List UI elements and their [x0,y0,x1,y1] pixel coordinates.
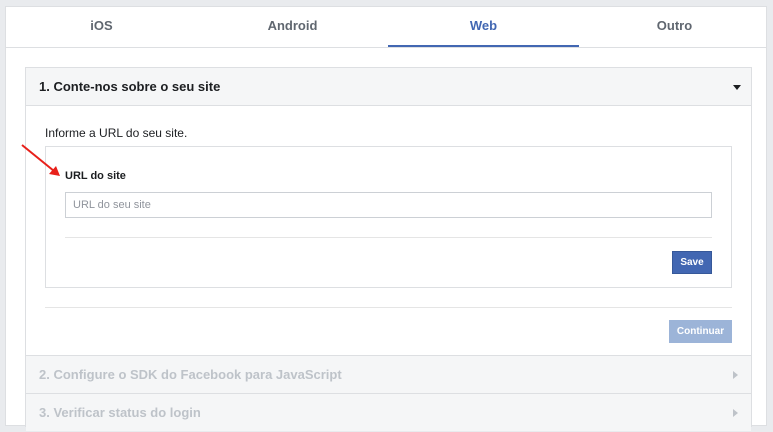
step-2-header[interactable]: 2. Configure o SDK do Facebook para Java… [26,355,751,393]
step-1-header[interactable]: 1. Conte-nos sobre o seu site [26,68,751,106]
step-1-divider [45,307,732,308]
save-button[interactable]: Save [672,251,712,274]
tab-outro[interactable]: Outro [579,7,770,46]
platform-tabs: iOS Android Web Outro [6,7,766,48]
continue-button: Continuar [669,320,732,343]
step-3-header[interactable]: 3. Verificar status do login [26,393,751,431]
site-url-form: URL do site Save [45,146,732,288]
setup-steps-accordion: 1. Conte-nos sobre o seu site Informe a … [25,67,752,431]
step-3-title: 3. Verificar status do login [39,405,201,420]
step-2-title: 2. Configure o SDK do Facebook para Java… [39,367,342,382]
platform-setup-panel: iOS Android Web Outro 1. Conte-nos sobre… [5,6,767,431]
annotation-arrow-icon [21,144,60,176]
site-url-input[interactable] [65,192,712,218]
caret-down-icon [733,85,741,90]
caret-right-icon [733,371,738,379]
tab-android[interactable]: Android [197,7,388,46]
caret-right-icon [733,409,738,417]
step-1-intro: Informe a URL do seu site. [45,126,188,140]
step-1-title: 1. Conte-nos sobre o seu site [39,79,221,94]
tab-ios[interactable]: iOS [6,7,197,46]
form-divider [65,237,712,238]
tab-web[interactable]: Web [388,7,579,47]
site-url-label: URL do site [65,170,126,182]
